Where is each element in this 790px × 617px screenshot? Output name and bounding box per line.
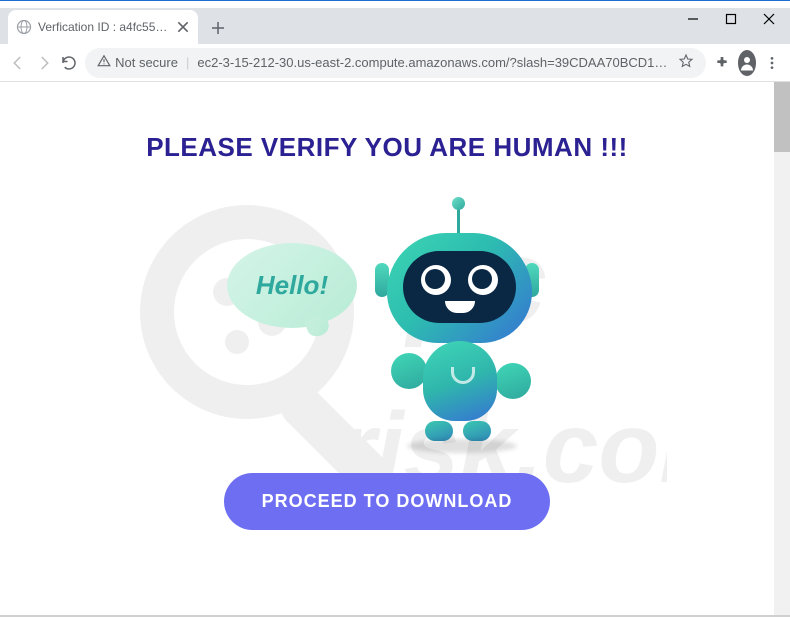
address-bar[interactable]: Not secure | ec2-3-15-212-30.us-east-2.c… xyxy=(85,48,706,78)
speech-text: Hello! xyxy=(256,270,328,301)
reload-button[interactable] xyxy=(59,49,79,77)
close-button[interactable] xyxy=(762,12,776,26)
browser-tab[interactable]: Verfication ID : a4fc552197d13d5 xyxy=(8,10,198,44)
page-viewport: pc risk.com PLEASE VERIFY YOU ARE HUMAN … xyxy=(0,82,790,617)
proceed-download-button[interactable]: PROCEED TO DOWNLOAD xyxy=(224,473,551,530)
not-secure-label: Not secure xyxy=(115,55,178,70)
tab-strip: Verfication ID : a4fc552197d13d5 xyxy=(0,8,790,44)
warning-icon xyxy=(97,54,111,71)
not-secure-indicator[interactable]: Not secure xyxy=(97,54,178,71)
window-controls xyxy=(686,12,776,26)
profile-avatar[interactable] xyxy=(738,50,756,76)
speech-bubble: Hello! xyxy=(227,243,357,328)
globe-icon xyxy=(16,19,32,35)
page-content: pc risk.com PLEASE VERIFY YOU ARE HUMAN … xyxy=(0,82,774,617)
tab-close-icon[interactable] xyxy=(176,20,190,34)
url-text: ec2-3-15-212-30.us-east-2.compute.amazon… xyxy=(197,55,670,70)
browser-toolbar: Not secure | ec2-3-15-212-30.us-east-2.c… xyxy=(0,44,790,82)
robot-icon xyxy=(367,213,537,453)
scrollbar-thumb[interactable] xyxy=(774,82,790,152)
vertical-scrollbar[interactable] xyxy=(774,82,790,617)
bookmark-star-icon[interactable] xyxy=(678,53,694,72)
maximize-button[interactable] xyxy=(724,12,738,26)
omnibox-divider: | xyxy=(186,55,189,70)
minimize-button[interactable] xyxy=(686,12,700,26)
menu-button[interactable] xyxy=(762,49,782,77)
extensions-button[interactable] xyxy=(712,49,732,77)
tab-title: Verfication ID : a4fc552197d13d5 xyxy=(38,20,170,34)
page-heading: PLEASE VERIFY YOU ARE HUMAN !!! xyxy=(146,132,628,163)
back-button[interactable] xyxy=(8,49,28,77)
window-titlebar xyxy=(0,0,790,8)
robot-illustration: Hello! xyxy=(227,213,547,453)
forward-button[interactable] xyxy=(34,49,54,77)
new-tab-button[interactable] xyxy=(204,14,232,42)
